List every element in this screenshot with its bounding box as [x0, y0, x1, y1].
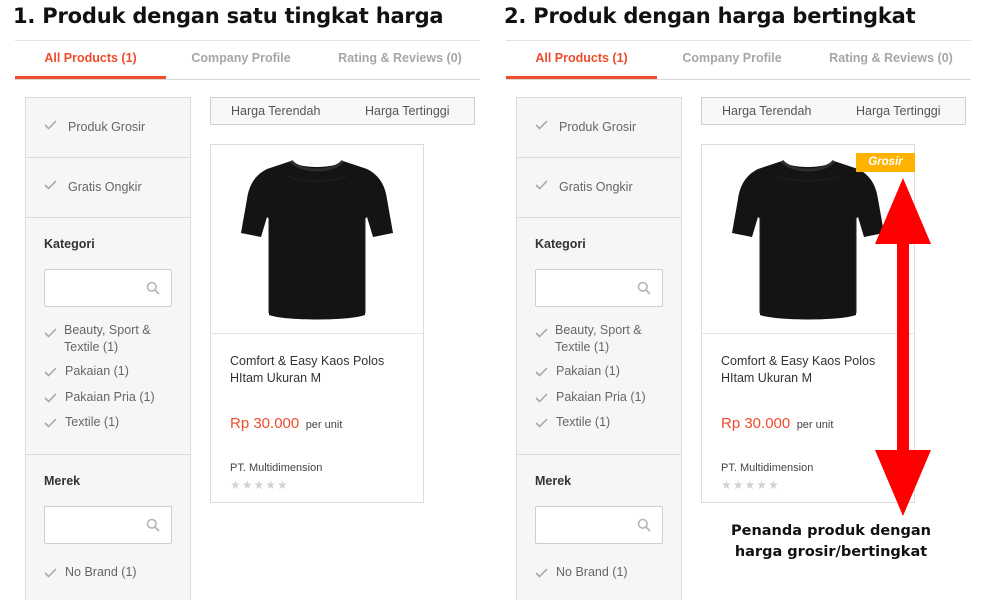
checkmark-icon [535, 367, 548, 377]
kategori-search-input[interactable] [44, 269, 172, 307]
merek-title: Merek [535, 474, 572, 488]
sort-bar: Harga Terendah Harga Tertinggi [210, 97, 475, 125]
merek-search-input[interactable] [44, 506, 172, 544]
kategori-item-label: Beauty, Sport & Textile (1) [64, 323, 151, 354]
checkmark-icon [535, 120, 548, 130]
filter-label: Produk Grosir [68, 120, 146, 134]
tab-rating-reviews[interactable]: Rating & Reviews (0) [816, 41, 966, 79]
seller-name: PT. Multidimension [721, 462, 814, 474]
annotation-caption: Penanda produk dengan harga grosir/berti… [720, 521, 942, 563]
checkmark-icon [535, 180, 548, 190]
checkmark-icon [535, 418, 548, 428]
panel-heading: 1. Produk dengan satu tingkat harga [13, 4, 444, 28]
checkmark-icon [44, 120, 57, 130]
filter-sidebar: Produk Grosir Gratis Ongkir Kategori Bea… [25, 97, 191, 600]
product-name[interactable]: Comfort & Easy Kaos Polos HItam Ukuran M [230, 353, 410, 387]
merek-title: Merek [44, 474, 81, 488]
product-price: Rp 30.000 per unit [721, 415, 833, 433]
filter-produk-grosir[interactable]: Produk Grosir [26, 98, 190, 158]
annotation-line-1: Penanda produk dengan [730, 523, 931, 539]
checkmark-icon [44, 180, 57, 190]
sort-lowest-price-button[interactable]: Harga Terendah [231, 104, 320, 118]
star-rating: ★★★★★ [230, 478, 289, 492]
kategori-title: Kategori [44, 237, 95, 251]
kategori-item-label: Pakaian (1) [65, 364, 129, 378]
merek-section: Merek No Brand (1) [517, 455, 681, 600]
search-icon [637, 518, 651, 537]
merek-section: Merek No Brand (1) [26, 455, 190, 600]
product-price: Rp 30.000 per unit [230, 415, 342, 433]
seller-name: PT. Multidimension [230, 462, 323, 474]
star-rating: ★★★★★ [721, 478, 780, 492]
kategori-item-label: Textile (1) [65, 415, 120, 429]
checkmark-icon [44, 367, 57, 377]
checkmark-icon [535, 568, 548, 578]
panel-single-price: 1. Produk dengan satu tingkat harga All … [13, 0, 487, 600]
kategori-section: Kategori Beauty, Sport & Textile (1) Pak… [26, 218, 190, 455]
filter-gratis-ongkir[interactable]: Gratis Ongkir [26, 158, 190, 218]
tab-bar: All Products (1) Company Profile Rating … [15, 40, 480, 80]
sort-highest-price-button[interactable]: Harga Tertinggi [365, 104, 450, 118]
search-icon [146, 518, 160, 537]
checkmark-icon [44, 568, 57, 578]
kategori-item-label: Pakaian Pria (1) [556, 390, 646, 404]
kategori-item-label: Pakaian Pria (1) [65, 390, 155, 404]
filter-produk-grosir[interactable]: Produk Grosir [517, 98, 681, 158]
search-icon [637, 281, 651, 300]
tab-all-products[interactable]: All Products (1) [15, 41, 166, 79]
merek-item-label: No Brand (1) [65, 565, 137, 579]
filter-sidebar: Produk Grosir Gratis Ongkir Kategori Bea… [516, 97, 682, 600]
price-value: Rp 30.000 [230, 415, 300, 432]
checkmark-icon [535, 328, 548, 338]
tab-rating-reviews[interactable]: Rating & Reviews (0) [325, 41, 475, 79]
kategori-search-input[interactable] [535, 269, 663, 307]
tab-company-profile[interactable]: Company Profile [666, 41, 798, 79]
sort-bar: Harga Terendah Harga Tertinggi [701, 97, 966, 125]
sort-lowest-price-button[interactable]: Harga Terendah [722, 104, 811, 118]
filter-label: Gratis Ongkir [559, 180, 633, 194]
merek-search-input[interactable] [535, 506, 663, 544]
double-arrow-icon [875, 178, 931, 516]
tab-bar: All Products (1) Company Profile Rating … [506, 40, 971, 80]
checkmark-icon [44, 418, 57, 428]
annotation-line-2: harga grosir/bertingkat [734, 544, 928, 560]
kategori-title: Kategori [535, 237, 586, 251]
checkmark-icon [44, 328, 57, 338]
product-card[interactable]: Comfort & Easy Kaos Polos HItam Ukuran M… [210, 144, 424, 503]
kategori-item-label: Textile (1) [556, 415, 611, 429]
kategori-section: Kategori Beauty, Sport & Textile (1) Pak… [517, 218, 681, 455]
sort-highest-price-button[interactable]: Harga Tertinggi [856, 104, 941, 118]
merek-item-label: No Brand (1) [556, 565, 628, 579]
price-value: Rp 30.000 [721, 415, 791, 432]
checkmark-icon [44, 393, 57, 403]
price-unit: per unit [796, 419, 834, 431]
filter-gratis-ongkir[interactable]: Gratis Ongkir [517, 158, 681, 218]
filter-label: Produk Grosir [559, 120, 637, 134]
kategori-item-label: Beauty, Sport & Textile (1) [555, 323, 642, 354]
grosir-badge: Grosir [856, 153, 915, 172]
panel-heading: 2. Produk dengan harga bertingkat [504, 4, 916, 28]
search-icon [146, 281, 160, 300]
checkmark-icon [535, 393, 548, 403]
kategori-item-label: Pakaian (1) [556, 364, 620, 378]
tab-company-profile[interactable]: Company Profile [175, 41, 307, 79]
product-image [211, 145, 423, 334]
tab-all-products[interactable]: All Products (1) [506, 41, 657, 79]
price-unit: per unit [305, 419, 343, 431]
filter-label: Gratis Ongkir [68, 180, 142, 194]
